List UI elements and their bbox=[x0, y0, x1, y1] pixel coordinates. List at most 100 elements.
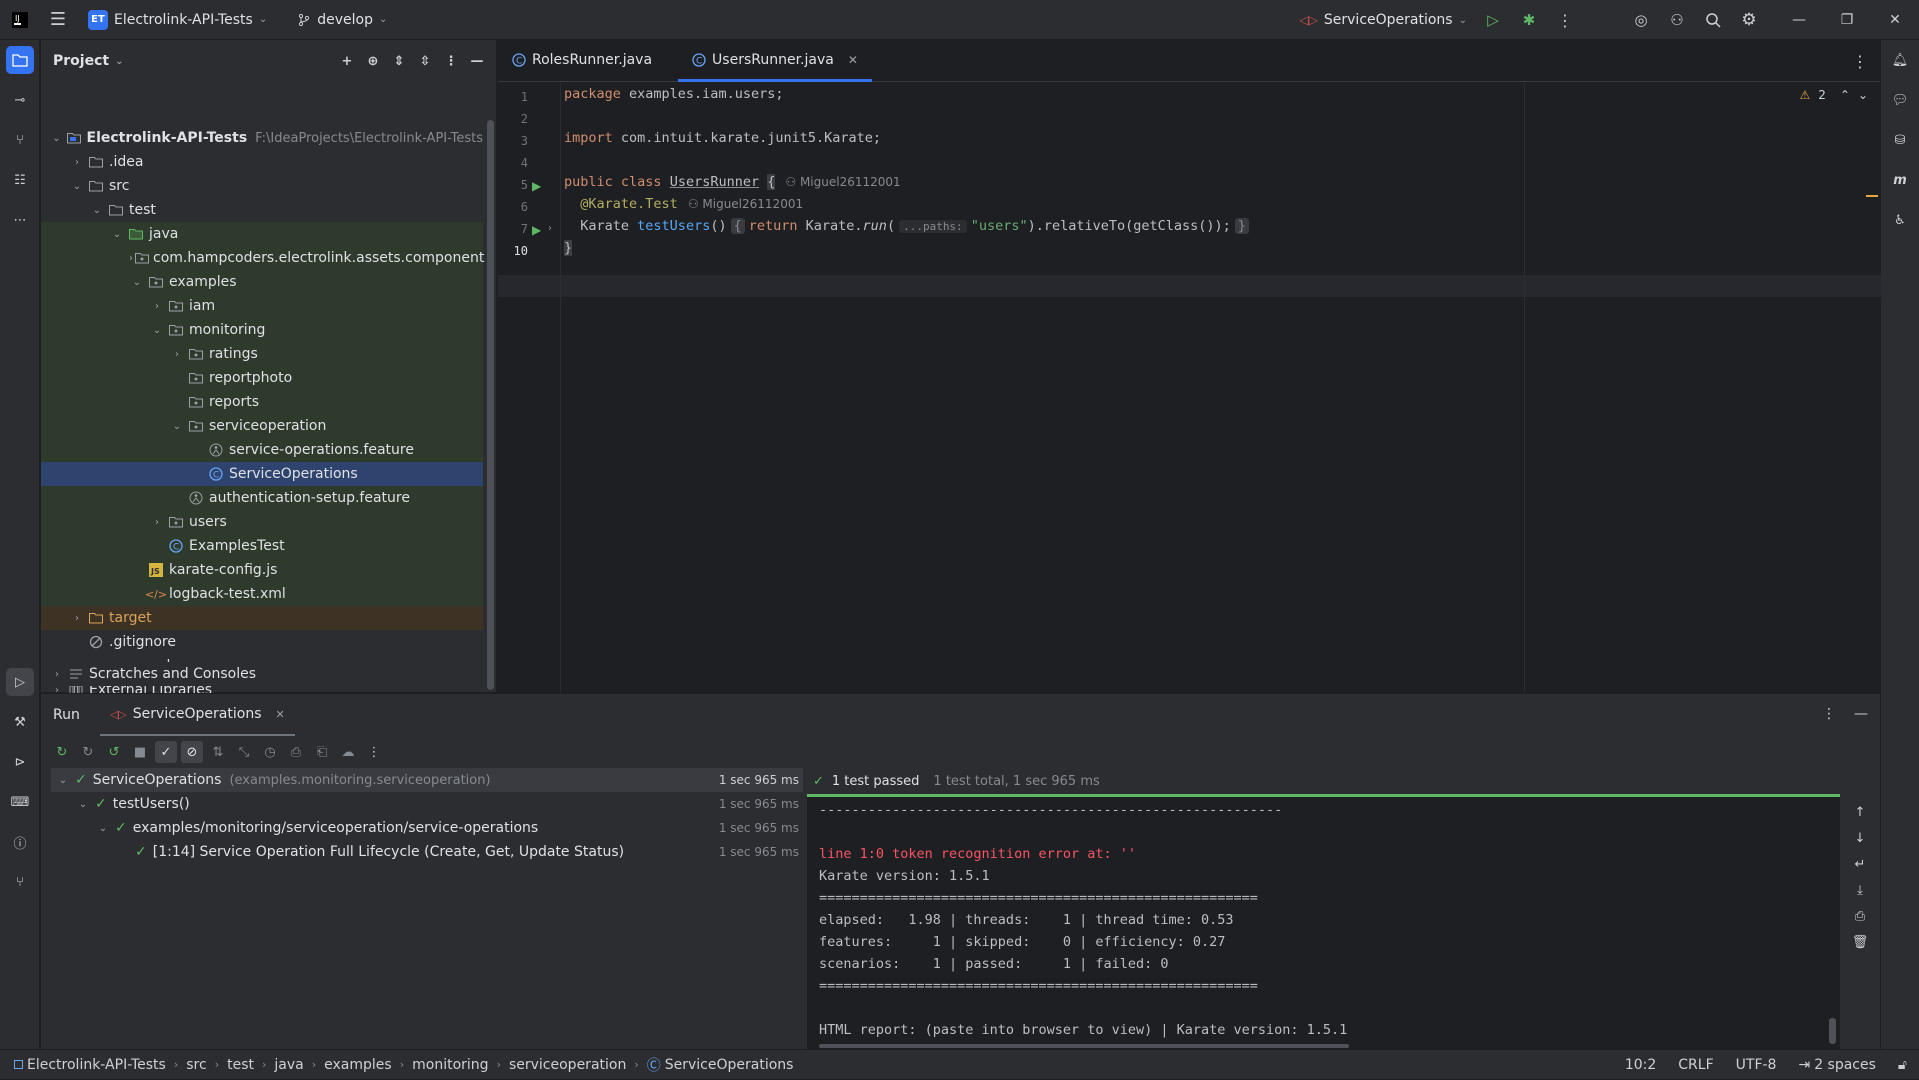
coverage-icon[interactable]: ☁ bbox=[337, 741, 359, 763]
tree-item[interactable]: ⌄ examples bbox=[41, 270, 483, 294]
minimize-window-button[interactable]: — bbox=[1775, 0, 1823, 40]
test-tree-item[interactable]: ⌄ ✓ ServiceOperations (examples.monitori… bbox=[51, 768, 803, 792]
terminal-icon[interactable]: ⌨ bbox=[6, 788, 34, 816]
more-options-icon[interactable]: ⋮ bbox=[363, 741, 385, 763]
accessibility-icon[interactable]: ♿︎ bbox=[1886, 206, 1914, 234]
scroll-to-end-icon[interactable]: ⤓ bbox=[1850, 880, 1870, 900]
more-actions-icon[interactable]: ⋮ bbox=[1547, 2, 1583, 38]
build-hammer-icon[interactable]: ⚒ bbox=[6, 708, 34, 736]
pull-requests-icon[interactable]: ⑂ bbox=[6, 126, 34, 154]
breadcrumb-item[interactable]: ServiceOperations bbox=[665, 1057, 794, 1073]
commit-icon[interactable]: ⊸ bbox=[6, 86, 34, 114]
breadcrumb-item[interactable]: test bbox=[227, 1057, 254, 1073]
breadcrumb-item[interactable]: Electrolink-API-Tests bbox=[27, 1057, 166, 1073]
fold-arrow-icon[interactable]: › bbox=[548, 223, 552, 234]
locate-file-icon[interactable]: ⊕ bbox=[362, 50, 384, 72]
run-tool-icon[interactable]: ▷ bbox=[6, 668, 34, 696]
debug-icon[interactable]: ✱ bbox=[1511, 2, 1547, 38]
warning-marker[interactable] bbox=[1866, 195, 1878, 197]
run-icon[interactable]: ▷ bbox=[1475, 2, 1511, 38]
code-line[interactable]: import com.intuit.karate.junit5.Karate; bbox=[564, 127, 881, 149]
chevron-down-icon[interactable]: ⌄ bbox=[69, 181, 85, 192]
console-vertical-scrollbar[interactable] bbox=[1829, 1018, 1836, 1044]
close-tab-icon[interactable]: ✕ bbox=[276, 708, 285, 721]
test-tree-item[interactable]: ⌄ ✓ examples/monitoring/serviceoperation… bbox=[51, 816, 803, 840]
new-file-plus-icon[interactable]: + bbox=[336, 50, 358, 72]
tab-service-operations[interactable]: ◁▷ ServiceOperations ✕ bbox=[99, 694, 295, 736]
console-output[interactable]: ✓ 1 test passed 1 test total, 1 sec 965 … bbox=[807, 768, 1880, 1050]
sort-alphabetically-icon[interactable]: ⇅ bbox=[207, 741, 229, 763]
collapse-all-icon[interactable]: ⇳ bbox=[414, 50, 436, 72]
tree-item[interactable]: ⌄ serviceoperation bbox=[41, 414, 483, 438]
test-tree-item[interactable]: ✓ [1:14] Service Operation Full Lifecycl… bbox=[51, 840, 803, 864]
code-line[interactable]: Karate testUsers() {return Karate. run(..… bbox=[564, 215, 1249, 237]
tree-item[interactable]: .gitignore bbox=[41, 630, 483, 654]
tree-item[interactable]: ⌄ src bbox=[41, 174, 483, 198]
print-icon[interactable]: ⎙ bbox=[1850, 906, 1870, 926]
database-icon[interactable]: ⛁ bbox=[1886, 126, 1914, 154]
code-line[interactable]: package examples.iam.users; bbox=[564, 83, 783, 105]
settings-gear-icon[interactable]: ⚙ bbox=[1731, 2, 1767, 38]
notifications-bell-icon[interactable]: 🔔︎ bbox=[1886, 46, 1914, 74]
code-with-me-icon[interactable]: ⚇ bbox=[1659, 2, 1695, 38]
code-line[interactable]: @Karate.Test ⚇ Miguel26112001 bbox=[564, 193, 803, 215]
maven-icon[interactable]: m bbox=[1886, 166, 1914, 194]
run-config-selector[interactable]: ◁▷ ServiceOperations ⌄ bbox=[1291, 6, 1475, 34]
chevron-down-icon[interactable]: ⌄ bbox=[75, 799, 91, 810]
breadcrumb-item[interactable]: examples bbox=[324, 1057, 392, 1073]
chevron-down-icon[interactable]: ⌄ bbox=[109, 229, 125, 240]
chevron-right-icon[interactable]: › bbox=[69, 157, 85, 168]
rerun-icon[interactable]: ↻ bbox=[51, 741, 73, 763]
chevron-right-icon[interactable]: › bbox=[149, 517, 165, 528]
tree-item[interactable]: reportphoto bbox=[41, 366, 483, 390]
chevron-right-icon[interactable]: › bbox=[169, 349, 185, 360]
problems-icon[interactable]: ⓘ bbox=[6, 828, 34, 856]
chevron-down-icon[interactable]: ⌄ bbox=[169, 421, 185, 432]
author-hint[interactable]: ⚇ Miguel26112001 bbox=[688, 197, 803, 211]
stop-icon[interactable]: ■ bbox=[129, 741, 151, 763]
tree-item[interactable]: ⌄ monitoring bbox=[41, 318, 483, 342]
ai-chat-icon[interactable]: 💬︎ bbox=[1886, 86, 1914, 114]
show-ignored-icon[interactable]: ⊘ bbox=[181, 741, 203, 763]
breadcrumb-item[interactable]: monitoring bbox=[412, 1057, 488, 1073]
tree-item[interactable]: JS karate-config.js bbox=[41, 558, 483, 582]
app-logo-icon[interactable]: IJ bbox=[0, 0, 40, 40]
chevron-down-icon[interactable]: ⌄ bbox=[55, 775, 71, 786]
code-line[interactable]: public class UsersRunner { ⚇ Miguel26112… bbox=[564, 171, 901, 193]
restore-window-button[interactable]: ❐ bbox=[1823, 0, 1871, 40]
tree-item[interactable]: › com.hampcoders.electrolink.assets.comp… bbox=[41, 246, 484, 270]
rerun-failed-icon[interactable]: ↻ bbox=[77, 741, 99, 763]
tree-item[interactable]: › users bbox=[41, 510, 483, 534]
toggle-auto-test-icon[interactable]: ↺ bbox=[103, 741, 125, 763]
run-test-gutter-icon[interactable]: ▶ bbox=[532, 223, 541, 237]
line-separator[interactable]: CRLF bbox=[1678, 1057, 1713, 1073]
branch-switcher[interactable]: develop ⌄ bbox=[289, 6, 395, 34]
caret-position[interactable]: 10:2 bbox=[1625, 1057, 1656, 1073]
tab-users-runner[interactable]: C UsersRunner.java ✕ bbox=[678, 39, 872, 82]
project-scrollbar[interactable] bbox=[487, 120, 494, 690]
folded-code[interactable]: { bbox=[730, 218, 745, 234]
chevron-down-icon[interactable]: ⌄ bbox=[95, 823, 111, 834]
test-tree-item[interactable]: ⌄ ✓ testUsers() 1 sec 965 ms bbox=[51, 792, 803, 816]
trash-icon[interactable]: 🗑︎ bbox=[1850, 932, 1870, 952]
tab-options-icon[interactable]: ⋮ bbox=[1852, 52, 1868, 71]
more-tools-icon[interactable]: ⋯ bbox=[6, 206, 34, 234]
file-encoding[interactable]: UTF-8 bbox=[1736, 1057, 1777, 1073]
breadcrumb-item[interactable]: src bbox=[186, 1057, 206, 1073]
read-only-toggle-icon[interactable]: 🔓︎ bbox=[1898, 1057, 1907, 1073]
search-icon[interactable] bbox=[1695, 2, 1731, 38]
tree-item[interactable]: </> logback-test.xml bbox=[41, 582, 483, 606]
import-icon[interactable]: ⎗ bbox=[311, 741, 333, 763]
show-passed-icon[interactable]: ✓ bbox=[155, 741, 177, 763]
tree-item[interactable]: › Scratches and Consoles bbox=[41, 662, 483, 686]
author-hint[interactable]: ⚇ Miguel26112001 bbox=[785, 175, 900, 189]
chevron-down-icon[interactable]: ⌄ bbox=[89, 205, 105, 216]
tree-item[interactable]: authentication-setup.feature bbox=[41, 486, 483, 510]
more-options-icon[interactable]: ⋮ bbox=[440, 50, 462, 72]
breadcrumb-item[interactable]: java bbox=[274, 1057, 303, 1073]
tab-roles-runner[interactable]: C RolesRunner.java bbox=[498, 39, 666, 81]
hide-panel-icon[interactable]: — bbox=[466, 50, 488, 72]
close-window-button[interactable]: ✕ bbox=[1871, 0, 1919, 40]
tree-item-selected[interactable]: C ServiceOperations bbox=[41, 462, 483, 486]
chevron-down-icon[interactable]: ⌄ bbox=[149, 325, 165, 336]
